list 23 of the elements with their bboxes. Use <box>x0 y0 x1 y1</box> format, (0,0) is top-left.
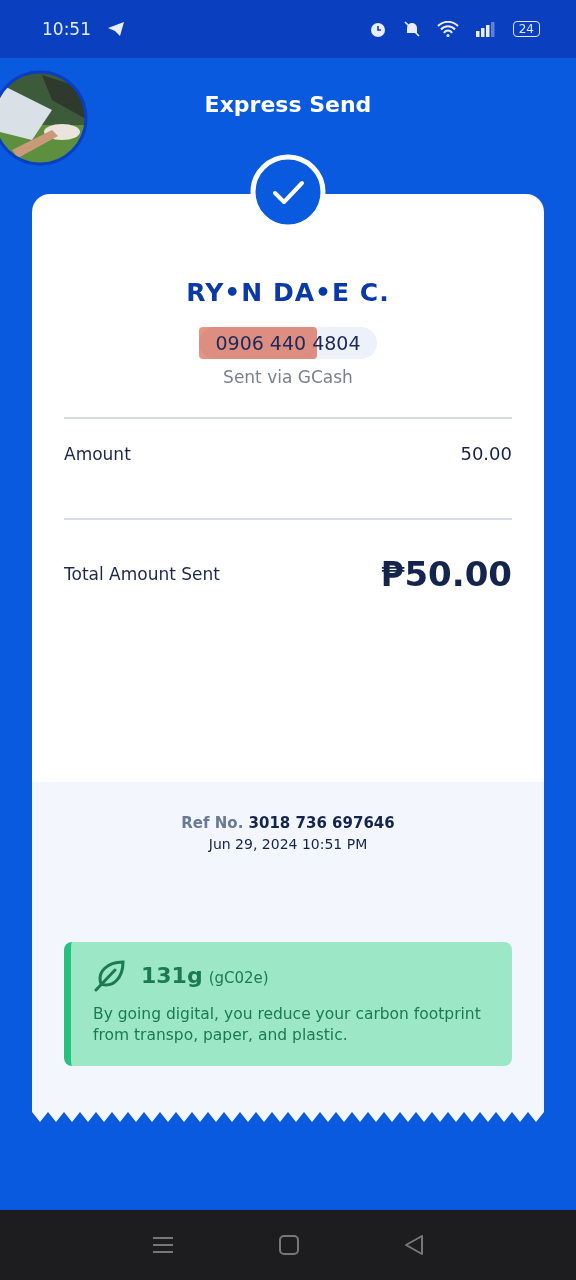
total-value: ₱50.00 <box>380 554 512 594</box>
leaf-icon <box>93 958 127 992</box>
home-icon[interactable] <box>279 1235 299 1255</box>
alarm-icon <box>368 20 387 38</box>
carbon-unit: (gC02e) <box>208 968 269 987</box>
amount-label: Amount <box>64 443 131 464</box>
transaction-date: Jun 29, 2024 10:51 PM <box>208 836 368 852</box>
amount-value: 50.00 <box>460 443 512 464</box>
reference-number: Ref No. 3018 736 697646 <box>181 814 395 832</box>
wifi-icon <box>436 21 459 37</box>
back-icon[interactable] <box>403 1235 424 1255</box>
status-time: 10:51 <box>42 19 91 39</box>
total-label: Total Amount Sent <box>64 564 220 584</box>
menu-icon[interactable] <box>152 1235 175 1255</box>
signal-icon <box>474 21 497 37</box>
recipient-name: RY•N DA•E C. <box>186 278 390 307</box>
carbon-message: By going digital, you reduce your carbon footprint from transpo, paper, and plastic. <box>93 1004 482 1046</box>
screen-title: Express Send <box>204 91 372 117</box>
bell-muted-icon <box>402 20 421 38</box>
sent-via-label: Sent via GCash <box>223 367 353 387</box>
battery-level: 24 <box>512 21 540 37</box>
paper-plane-icon <box>107 21 125 37</box>
carbon-amount: 131g <box>141 962 203 988</box>
